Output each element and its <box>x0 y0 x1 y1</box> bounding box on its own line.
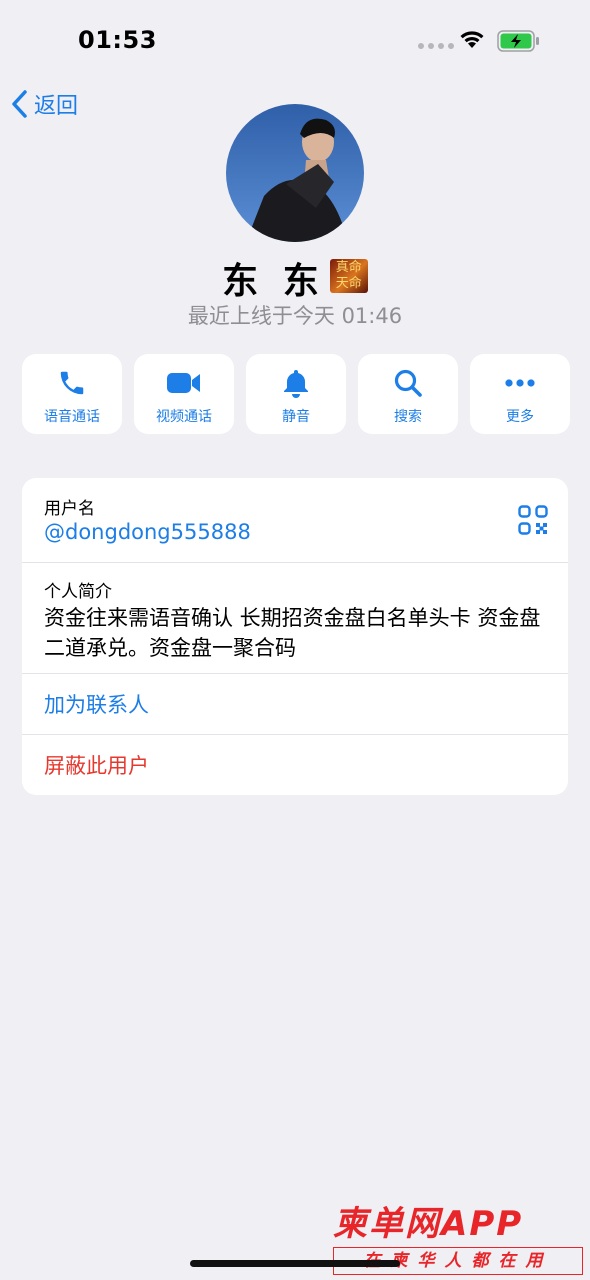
mute-label: 静音 <box>282 409 310 425</box>
profile-name: 东 东 <box>222 261 325 302</box>
search-icon <box>394 369 422 397</box>
bio-text: 资金往来需语音确认 长期招资金盘白名单头卡 资金盘二道承兑。资金盘一聚合码 <box>44 606 541 660</box>
back-label: 返回 <box>34 94 79 119</box>
username-value[interactable]: @dongdong555888 <box>44 520 251 544</box>
status-bar: 01:53 <box>0 0 590 80</box>
info-card: 用户名 @dongdong555888 个人简介 资金往来需语音确认 长期招资金… <box>22 478 568 795</box>
chevron-left-icon <box>12 90 27 118</box>
last-seen-status: 最近上线于今天 01:46 <box>187 304 403 328</box>
emoji-status-badge[interactable]: 真命天命 <box>329 259 368 293</box>
more-button[interactable]: 更多 <box>470 354 570 434</box>
action-bar: 语音通话 视频通话 静音 搜索 更多 <box>22 354 570 434</box>
qr-code-icon[interactable] <box>518 505 548 535</box>
more-dots-icon <box>505 379 535 387</box>
status-time: 01:53 <box>78 26 157 54</box>
battery-charging-icon <box>497 30 539 52</box>
cellular-signal-icon <box>418 43 454 49</box>
avatar[interactable] <box>226 104 364 242</box>
search-label: 搜索 <box>394 409 422 425</box>
username-label: 用户名 <box>44 499 95 519</box>
more-label: 更多 <box>506 409 534 425</box>
add-contact-button[interactable]: 加为联系人 <box>22 674 568 735</box>
username-row[interactable]: 用户名 @dongdong555888 <box>22 478 568 563</box>
video-call-label: 视频通话 <box>156 409 212 425</box>
home-indicator[interactable] <box>190 1260 400 1267</box>
mute-button[interactable]: 静音 <box>246 354 346 434</box>
phone-icon <box>60 371 84 395</box>
block-user-label: 屏蔽此用户 <box>44 754 149 778</box>
bell-icon <box>284 370 308 398</box>
voice-call-button[interactable]: 语音通话 <box>22 354 122 434</box>
block-user-button[interactable]: 屏蔽此用户 <box>22 735 568 795</box>
video-call-button[interactable]: 视频通话 <box>134 354 234 434</box>
add-contact-label: 加为联系人 <box>44 693 149 717</box>
video-camera-icon <box>167 373 200 393</box>
bio-row: 个人简介 资金往来需语音确认 长期招资金盘白名单头卡 资金盘二道承兑。资金盘一聚… <box>22 563 568 674</box>
back-button[interactable]: 返回 <box>10 88 78 120</box>
wifi-icon <box>460 31 484 48</box>
bio-label: 个人简介 <box>44 582 112 602</box>
profile-name-row: 东 东 真命天命 <box>0 252 590 304</box>
watermark-title: 柬单网APP <box>333 1204 524 1244</box>
voice-call-label: 语音通话 <box>44 409 100 425</box>
search-button[interactable]: 搜索 <box>358 354 458 434</box>
